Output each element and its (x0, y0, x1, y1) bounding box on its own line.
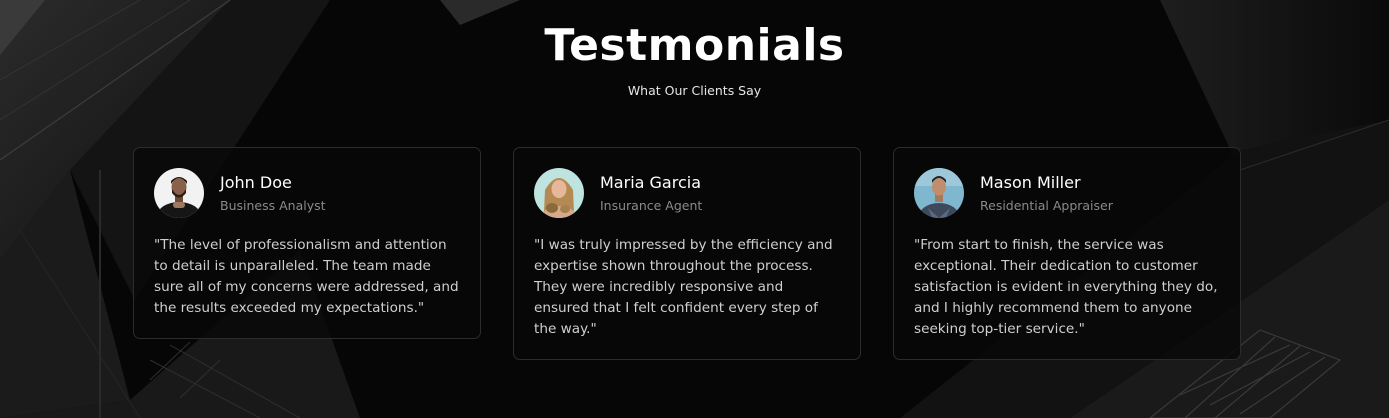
testimonial-card: Maria Garcia Insurance Agent "I was trul… (513, 147, 861, 360)
testimonial-header: Maria Garcia Insurance Agent (534, 168, 840, 218)
avatar (154, 168, 204, 218)
avatar (914, 168, 964, 218)
testimonial-quote: "The level of professionalism and attent… (154, 237, 459, 316)
section-subtitle: What Our Clients Say (627, 83, 762, 98)
testimonial-quote: "From start to finish, the service was e… (914, 237, 1218, 337)
testimonial-header: Mason Miller Residential Appraiser (914, 168, 1220, 218)
avatar (534, 168, 584, 218)
testimonial-card: Mason Miller Residential Appraiser "From… (893, 147, 1241, 360)
testimonials-section: Testmonials What Our Clients Say John Do… (0, 0, 1389, 418)
testimonial-role: Insurance Agent (600, 197, 703, 213)
testimonial-role: Business Analyst (220, 197, 326, 213)
testimonial-role: Residential Appraiser (980, 197, 1113, 213)
testimonial-card: John Doe Business Analyst "The level of … (133, 147, 481, 339)
testimonial-name: John Doe (220, 172, 292, 192)
testimonial-quote: "I was truly impressed by the efficiency… (534, 237, 833, 337)
testimonial-name: Mason Miller (980, 172, 1081, 192)
section-title: Testmonials (544, 20, 845, 71)
testimonial-header: John Doe Business Analyst (154, 168, 460, 218)
testimonial-name: Maria Garcia (600, 172, 701, 192)
